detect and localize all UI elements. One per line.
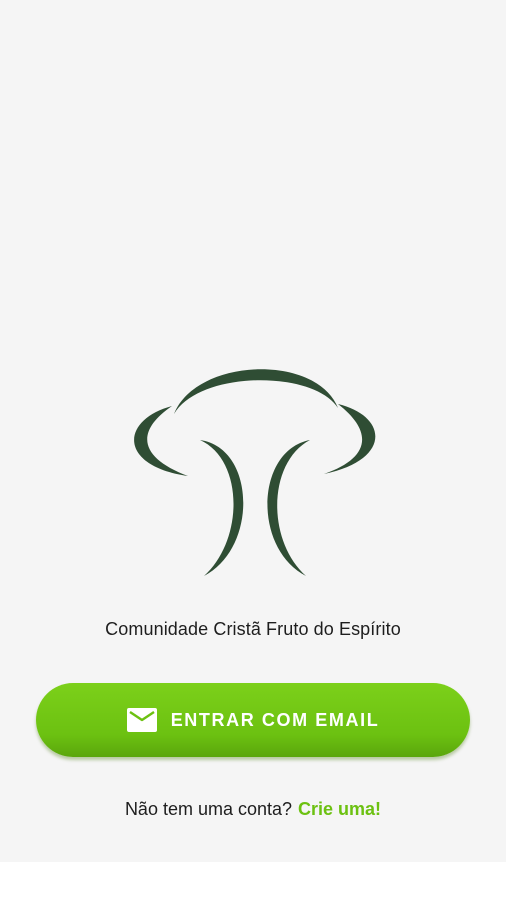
mail-icon bbox=[126, 708, 157, 732]
signup-link[interactable]: Crie uma! bbox=[298, 799, 381, 819]
signup-row: Não tem uma conta? Crie uma! bbox=[0, 799, 506, 820]
tree-logo-icon bbox=[134, 369, 376, 576]
login-email-button[interactable]: ENTRAR COM EMAIL bbox=[36, 683, 470, 757]
app-name: Comunidade Cristã Fruto do Espírito bbox=[105, 619, 401, 639]
login-email-button-label: ENTRAR COM EMAIL bbox=[170, 709, 380, 730]
signup-prompt: Não tem uma conta? bbox=[124, 799, 293, 819]
bottom-strip bbox=[0, 862, 506, 900]
login-screen: Comunidade Cristã Fruto do Espírito ENTR… bbox=[0, 0, 506, 862]
